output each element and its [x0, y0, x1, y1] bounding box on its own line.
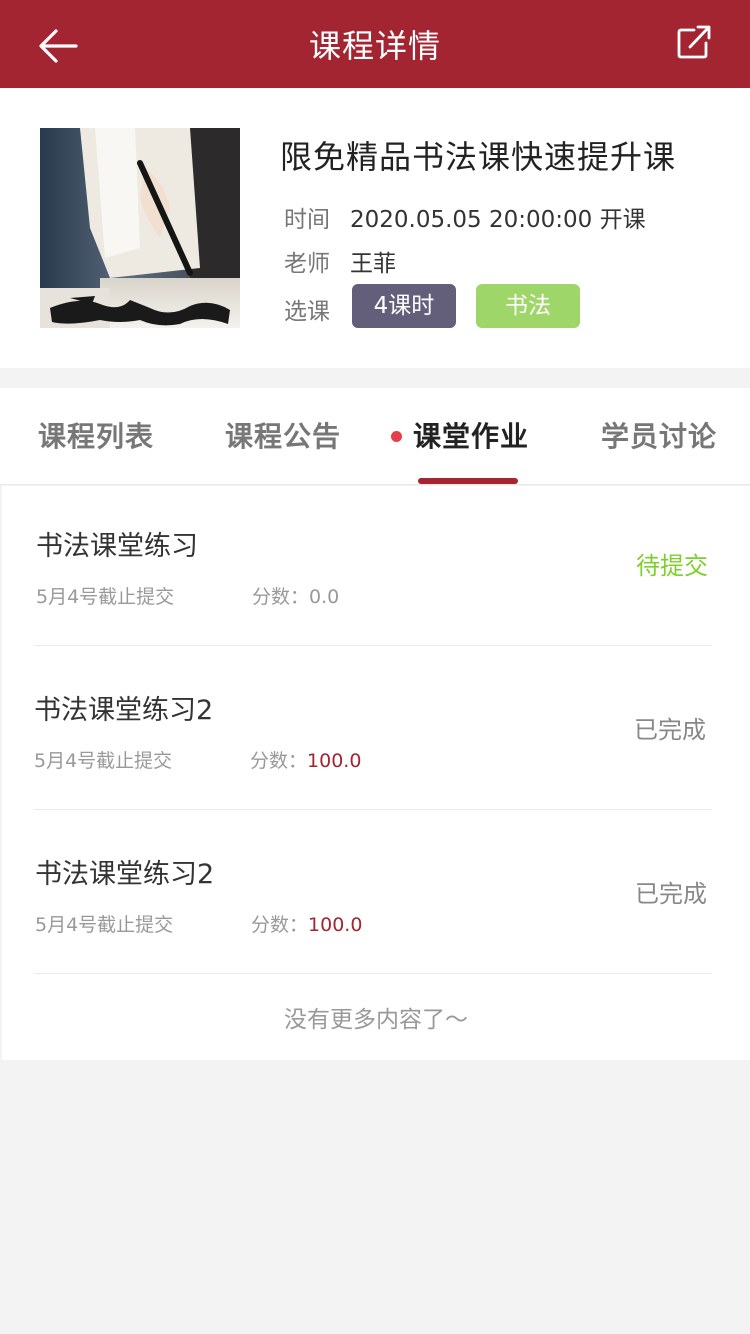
course-teacher-row: 老师 王菲	[284, 244, 396, 278]
assignment-list: 书法课堂练习 5月4号截止提交 分数：0.0 待提交 书法课堂练习2 5月4号截…	[2, 486, 750, 1060]
active-tab-indicator	[418, 478, 518, 484]
course-summary: 限免精品书法课快速提升课 时间 2020.05.05 20:00:00 开课 老师…	[0, 88, 750, 368]
share-icon[interactable]	[674, 22, 714, 62]
app-header: 课程详情	[0, 0, 750, 88]
tab-course-list[interactable]: 课程列表	[38, 388, 154, 485]
time-value: 2020.05.05 20:00:00 开课	[350, 207, 646, 233]
page-title: 课程详情	[308, 27, 441, 65]
score-value: 0.0	[309, 586, 340, 608]
list-item[interactable]: 书法课堂练习2 5月4号截止提交 分数：100.0 已完成	[2, 650, 750, 814]
status-badge: 已完成	[634, 716, 706, 744]
time-label: 时间	[284, 207, 330, 233]
assignment-deadline: 5月4号截止提交	[35, 914, 174, 936]
assignment-score: 分数：100.0	[250, 746, 361, 773]
no-more-content-text: 没有更多内容了～	[284, 1007, 468, 1033]
score-value: 100.0	[308, 914, 363, 936]
category-tag[interactable]: 书法	[476, 284, 580, 328]
score-label: 分数：	[250, 750, 308, 772]
tab-homework-label: 课堂作业	[413, 420, 530, 453]
divider	[34, 645, 712, 646]
new-dot-icon	[391, 431, 402, 442]
lesson-count-tag[interactable]: 4课时	[352, 284, 456, 328]
list-item[interactable]: 书法课堂练习2 5月4号截止提交 分数：100.0 已完成	[2, 814, 750, 978]
score-label: 分数：	[251, 914, 309, 936]
list-item[interactable]: 书法课堂练习 5月4号截止提交 分数：0.0 待提交	[2, 486, 750, 650]
assignment-title: 书法课堂练习	[36, 531, 198, 562]
divider	[34, 973, 712, 974]
assignment-title: 书法课堂练习2	[35, 859, 215, 890]
course-title: 限免精品书法课快速提升课	[280, 138, 677, 176]
teacher-label: 老师	[284, 251, 330, 277]
tab-discussion[interactable]: 学员讨论	[601, 388, 717, 485]
score-value: 100.0	[307, 750, 362, 772]
assignment-score: 分数：100.0	[251, 910, 362, 937]
course-tabs: 课程列表 课程公告 课堂作业 学员讨论	[0, 388, 750, 485]
assignment-score: 分数：0.0	[252, 582, 339, 609]
status-badge: 待提交	[636, 552, 708, 580]
course-cover-image[interactable]	[40, 128, 240, 328]
select-label: 选课	[284, 299, 330, 325]
teacher-value: 王菲	[350, 251, 396, 277]
assignment-title: 书法课堂练习2	[34, 695, 214, 726]
course-select-row: 选课	[284, 292, 350, 326]
tab-homework[interactable]: 课堂作业	[391, 388, 530, 485]
score-label: 分数：	[252, 586, 310, 608]
course-time-row: 时间 2020.05.05 20:00:00 开课	[284, 200, 646, 234]
tab-announcements[interactable]: 课程公告	[225, 388, 341, 485]
status-badge: 已完成	[635, 880, 707, 908]
assignment-deadline: 5月4号截止提交	[36, 586, 175, 608]
assignment-deadline: 5月4号截止提交	[34, 750, 173, 772]
divider	[34, 809, 712, 810]
